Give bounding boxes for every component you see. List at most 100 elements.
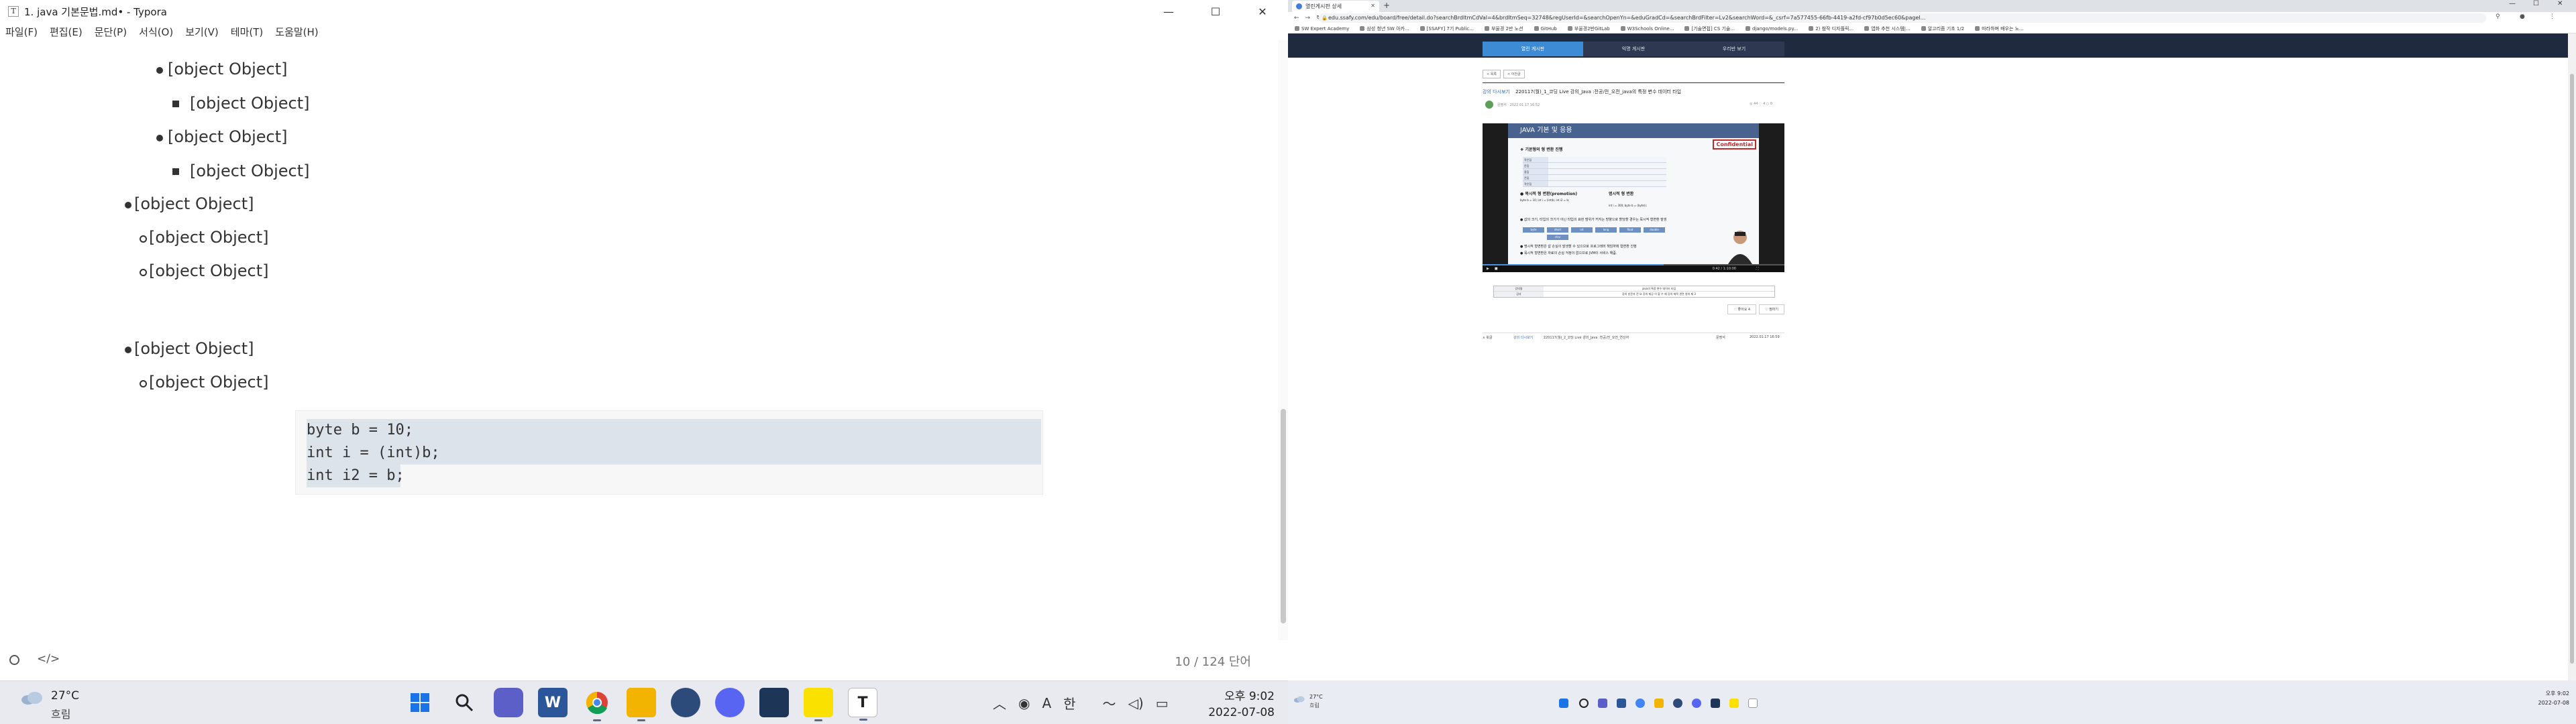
video-time: 0:42 / 1:10:00 [1712, 267, 1736, 271]
bookmark-item[interactable]: [기술면접] CS 기술... [1684, 25, 1735, 32]
post-category[interactable]: 강의 다시보기 [1483, 89, 1510, 95]
menu-view[interactable]: 보기(V) [185, 25, 219, 39]
bookmark-item[interactable]: 앱화 추천 시스템|... [1864, 25, 1911, 32]
tab-close-icon[interactable]: ✕ [1371, 3, 1375, 9]
adjacent-post[interactable]: ∧ 윗글 강의 다시보기 220117(월)_2_코딩 Live 강의_Java… [1483, 335, 1784, 340]
fullscreen-icon[interactable]: ⛶ [1756, 267, 1759, 271]
teams-chat-icon[interactable] [494, 688, 523, 717]
slack-icon[interactable] [1711, 699, 1720, 708]
file-explorer-icon[interactable] [1654, 699, 1664, 708]
app-circle-icon[interactable] [1673, 699, 1682, 708]
extensions-icon[interactable]: ⚲ [2496, 13, 2500, 20]
minimize-button[interactable]: — [1148, 0, 1189, 23]
prev-title[interactable]: 220117(월)_2_코딩 Live 강의_Java :전공/전_오전_연산자 [1544, 336, 1629, 340]
bookmark-item[interactable]: 알고리즘 기초 1/2 [1921, 25, 1964, 32]
bullet-disc [156, 67, 163, 74]
taskbar-apps: W T [405, 688, 892, 721]
prev-post-button[interactable]: < 이전글 [1503, 70, 1525, 78]
clock-time: 오후 9:02 [1224, 690, 1275, 703]
list-button[interactable]: < 목록 [1483, 70, 1501, 78]
stop-icon[interactable]: ■ [1495, 267, 1498, 271]
ime-indicator[interactable]: 한 [1063, 693, 1075, 713]
menu-file[interactable]: 파일(F) [5, 25, 38, 39]
windows-start-icon[interactable] [405, 688, 435, 717]
menu-format[interactable]: 서식(O) [139, 25, 173, 39]
input-lang-indicator[interactable]: A [1042, 695, 1051, 711]
windows-start-icon[interactable] [1559, 699, 1568, 708]
scrollbar-thumb[interactable] [2570, 74, 2574, 664]
tab-our-class[interactable]: 우리반 보기 [1684, 42, 1784, 56]
discord-icon[interactable] [1692, 699, 1701, 708]
close-button[interactable]: ✕ [1242, 0, 1283, 23]
battery-icon[interactable]: ▭ [1156, 695, 1169, 711]
bookmark-item[interactable]: 삼성 청년 SW 아카... [1360, 25, 1409, 32]
bookmark-item[interactable]: django/models.py... [1746, 26, 1798, 32]
video-player[interactable]: JAVA 기본 및 응용 Confidential ❖ 기본형의 형 변환 진행… [1483, 123, 1784, 272]
browser-tab[interactable]: 열린게시판 상세 ✕ [1292, 1, 1379, 12]
volume-icon[interactable]: ◁) [1128, 695, 1144, 711]
word-icon[interactable]: W [538, 688, 568, 717]
editor-area[interactable]: [object Object] [object Object] [object … [0, 40, 1278, 640]
taskbar: 27°C 흐림 W T ︿ ◉ A 한 〜 ◁) ▭ 오후 9:02 2022-… [0, 680, 1288, 724]
bookmark-item[interactable]: W3Schools Online... [1620, 26, 1674, 32]
menu-paragraph[interactable]: 문단(P) [95, 25, 127, 39]
like-button[interactable]: ♡ 좋아요 4 [1727, 304, 1757, 314]
scrollbar-thumb[interactable] [1281, 409, 1286, 623]
editor-scrollbar[interactable] [1278, 40, 1288, 640]
page-scrollbar[interactable] [2568, 34, 2576, 680]
tab-anonymous-board[interactable]: 익명 게시판 [1583, 42, 1684, 56]
forward-icon[interactable]: → [1305, 15, 1311, 21]
code-block[interactable]: byte b = 10; int i = (int)b; int i2 = b; [295, 410, 1043, 495]
kakaotalk-icon[interactable] [1729, 699, 1739, 708]
menu-edit[interactable]: 편집(E) [50, 25, 83, 39]
chrome-icon[interactable] [1635, 699, 1645, 708]
prev-date: 2022.01.17 16:59 [1750, 335, 1780, 339]
minimize-button[interactable]: — [2509, 0, 2516, 7]
new-tab-button[interactable]: + [1383, 1, 1390, 10]
chrome-icon[interactable] [582, 688, 612, 721]
lecture-slide: JAVA 기본 및 응용 Confidential ❖ 기본형의 형 변환 진행… [1508, 123, 1759, 264]
maximize-button[interactable]: ☐ [1195, 0, 1236, 23]
back-icon[interactable]: ← [1294, 15, 1299, 21]
slack-icon[interactable] [759, 688, 789, 717]
outline-toggle-icon[interactable] [9, 655, 19, 665]
play-icon[interactable]: ▶ [1487, 267, 1489, 271]
slide-bullet: ● 값의 크기, 타입의 크기가 아닌 타입의 표현 범위가 커지는 방향으로 … [1520, 218, 1667, 222]
bookmark-button[interactable]: ♡ 찜하기 [1759, 304, 1784, 314]
bookmark-item[interactable]: 2) 참작 디자플릭... [1809, 25, 1854, 32]
typora-icon[interactable] [1748, 699, 1758, 708]
chrome-tabstrip: 열린게시판 상세 ✕ + — ☐ ✕ [1288, 0, 2576, 12]
menu-theme[interactable]: 테마(T) [231, 25, 263, 39]
typora-icon[interactable]: T [848, 688, 877, 721]
search-icon[interactable] [449, 688, 479, 717]
bookmark-item[interactable]: SW Expert Academy [1295, 26, 1349, 32]
bookmark-item[interactable]: GitHub [1534, 26, 1557, 32]
search-icon[interactable] [1579, 699, 1589, 708]
menu-icon[interactable]: ⋮ [2549, 13, 2555, 20]
word-count[interactable]: 10 / 124 단어 [1175, 652, 1251, 670]
word-icon[interactable] [1617, 699, 1626, 708]
window-title: 1. java 기본문법.md• - Typora [24, 5, 167, 18]
type-box: byte [1523, 227, 1544, 233]
bookmark-item[interactable]: [SSAFY] 7기 Public... [1419, 25, 1474, 32]
teams-chat-icon[interactable] [1598, 699, 1607, 708]
clock[interactable]: 오후 9:02 2022-07-08 [1208, 686, 1275, 719]
source-mode-icon[interactable]: </> [37, 652, 60, 666]
bookmark-item[interactable]: 부울경 2반 노션 [1484, 25, 1523, 32]
kakaotalk-icon[interactable] [804, 688, 833, 721]
file-explorer-icon[interactable] [627, 688, 656, 721]
discord-icon[interactable] [715, 688, 745, 717]
tray-chevron-icon[interactable]: ︿ [993, 693, 1006, 713]
bookmark-item[interactable]: 부울경2반GitLab [1567, 25, 1610, 32]
wifi-icon[interactable]: 〜 [1103, 693, 1116, 713]
profile-avatar[interactable]: ● [2520, 13, 2525, 20]
maximize-button[interactable]: ☐ [2533, 0, 2539, 7]
clock[interactable]: 오후 9:02 2022-07-08 [2538, 690, 2570, 706]
tray-app-icon[interactable]: ◉ [1018, 695, 1030, 711]
menu-help[interactable]: 도움말(H) [275, 25, 318, 39]
tab-open-board[interactable]: 열린 게시판 [1483, 42, 1583, 56]
address-bar[interactable]: 🔒 edu.ssafy.com/edu/board/free/detail.do… [1319, 13, 2486, 23]
app-circle-icon[interactable] [671, 688, 700, 717]
bookmark-item[interactable]: 따라하며 배우는 노... [1975, 25, 2024, 32]
close-button[interactable]: ✕ [2557, 0, 2563, 7]
